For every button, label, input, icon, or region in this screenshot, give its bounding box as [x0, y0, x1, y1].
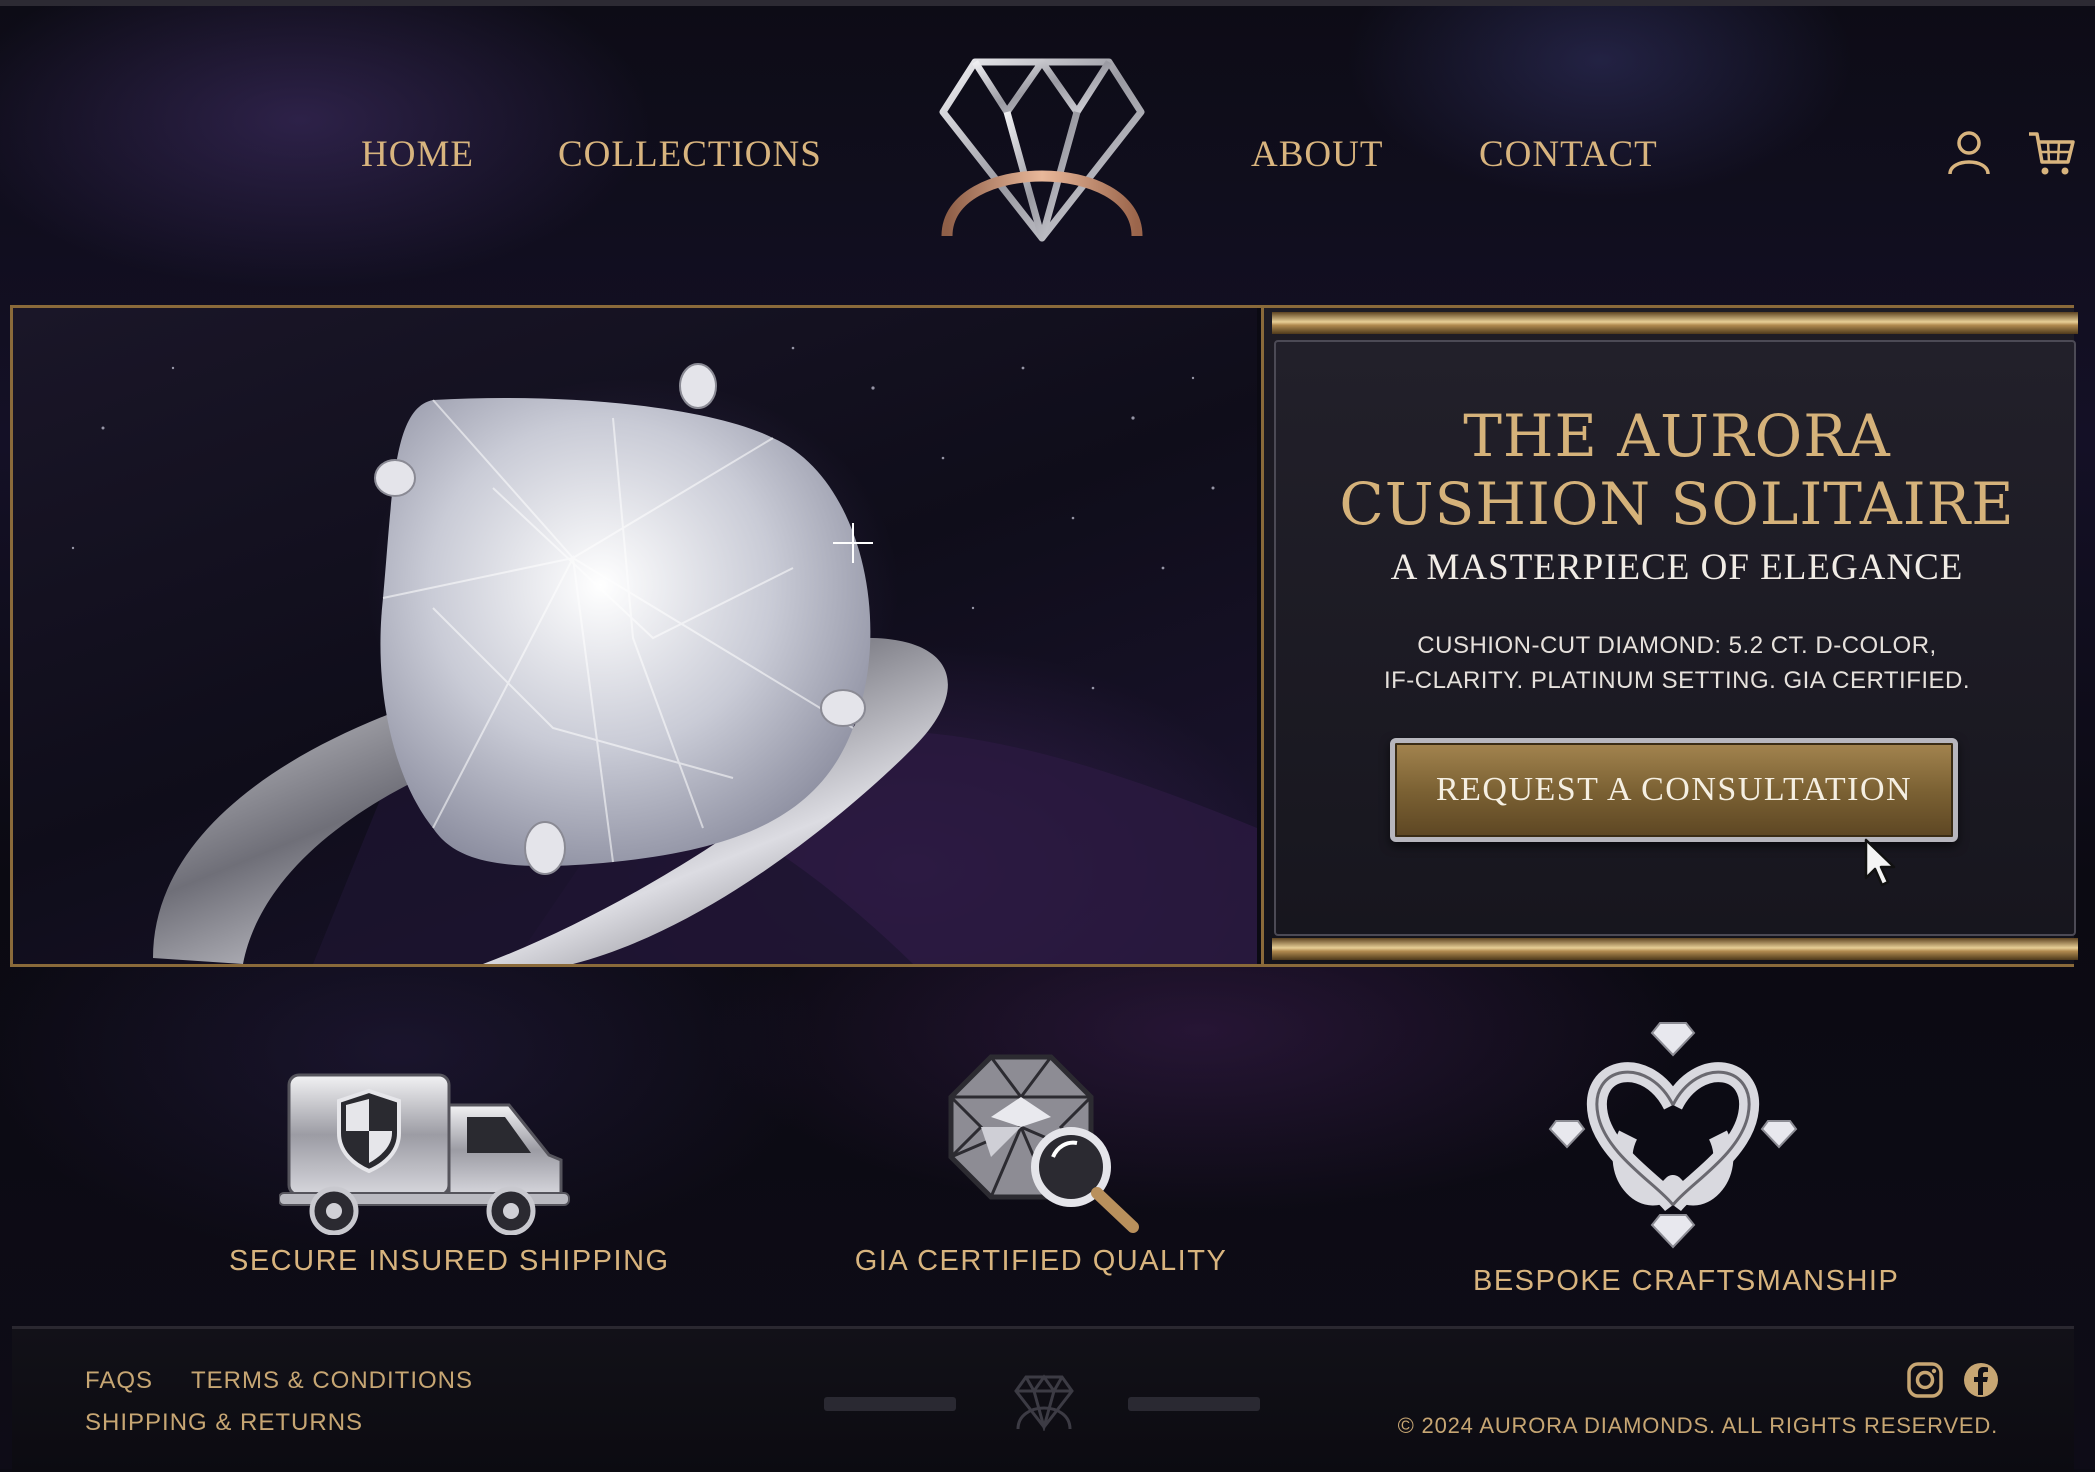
footer-terms-link[interactable]: TERMS & CONDITIONS: [191, 1367, 473, 1395]
nav-contact-link[interactable]: CONTACT: [1479, 128, 1658, 182]
footer-shipping-returns-link[interactable]: SHIPPING & RETURNS: [85, 1409, 363, 1437]
diamond-ring-illustration: [71, 346, 1257, 964]
feature-shipping-label: SECURE INSURED SHIPPING: [229, 1245, 670, 1277]
interlaced-hearts-icon: [1548, 1022, 1798, 1249]
diamond-ring-logo[interactable]: [935, 56, 1149, 246]
feature-certified: GIA CERTIFIED QUALITY: [841, 1035, 1241, 1278]
gold-trim-bottom: [1272, 938, 2078, 960]
footer-divider-right: [1128, 1397, 1260, 1411]
feature-craftsmanship-label: BESPOKE CRAFTSMANSHIP: [1473, 1265, 1900, 1297]
browser-top-edge: [0, 0, 2095, 6]
shipping-truck-icon: [279, 1073, 570, 1235]
mouse-cursor-icon: [1864, 838, 1896, 887]
request-consultation-button[interactable]: REQUEST A CONSULTATION: [1390, 738, 1958, 842]
diamond-magnifier-icon: [948, 1054, 1139, 1233]
hero-subtitle: A MASTERPIECE OF ELEGANCE: [1390, 547, 1964, 588]
feature-shipping: SECURE INSURED SHIPPING: [229, 1035, 670, 1278]
hero-banner: THE AURORA CUSHION SOLITAIRE A MASTERPIE…: [10, 305, 2078, 967]
copyright-text: © 2024 AURORA DIAMONDS. ALL RIGHTS RESER…: [1397, 1413, 1998, 1438]
footer-faqs-link[interactable]: FAQS: [85, 1367, 153, 1395]
hero-title-line2: CUSHION SOLITAIRE: [1339, 470, 2015, 538]
hero-info-panel: THE AURORA CUSHION SOLITAIRE A MASTERPIE…: [1261, 308, 2078, 964]
instagram-icon[interactable]: [1906, 1361, 1944, 1399]
user-icon[interactable]: [1944, 128, 1994, 178]
gold-trim-top: [1272, 312, 2078, 334]
nav-about-link[interactable]: ABOUT: [1251, 128, 1383, 182]
hero-text-card: THE AURORA CUSHION SOLITAIRE A MASTERPIE…: [1274, 340, 2076, 936]
nav-collections-link[interactable]: COLLECTIONS: [558, 128, 822, 182]
hero-description-line2: IF-CLARITY. PLATINUM SETTING. GIA CERTIF…: [1383, 667, 1971, 694]
nav-home-link[interactable]: HOME: [361, 128, 474, 182]
page-footer: FAQS TERMS & CONDITIONS SHIPPING & RETUR…: [12, 1326, 2074, 1472]
facebook-icon[interactable]: [1962, 1361, 2000, 1399]
hero-ring-image: [13, 308, 1257, 964]
feature-craftsmanship: BESPOKE CRAFTSMANSHIP: [1473, 1022, 1900, 1298]
footer-logo-icon: [1014, 1374, 1074, 1431]
hero-description-line1: CUSHION-CUT DIAMOND: 5.2 CT. D-COLOR,: [1417, 632, 1937, 659]
hero-title-line1: THE AURORA: [1463, 402, 1891, 470]
feature-certified-label: GIA CERTIFIED QUALITY: [854, 1245, 1228, 1277]
footer-divider-left: [824, 1397, 956, 1411]
cart-icon[interactable]: [2026, 128, 2076, 178]
